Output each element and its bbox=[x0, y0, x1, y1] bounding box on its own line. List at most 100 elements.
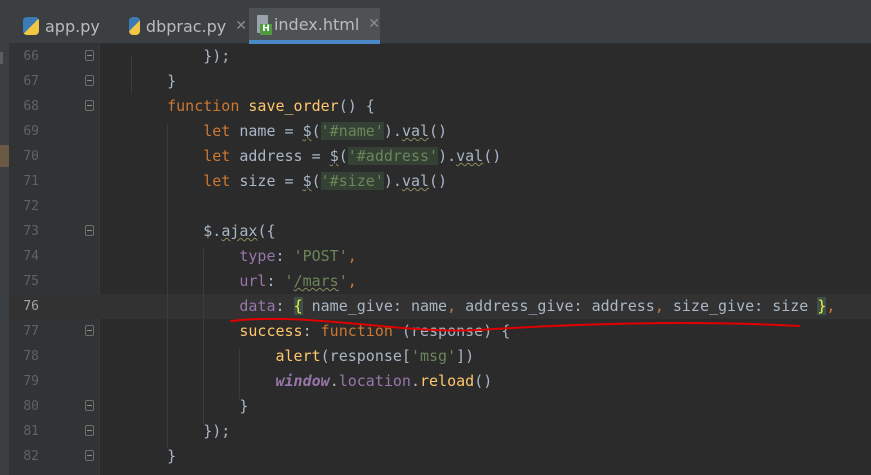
code-token: size_give: size bbox=[663, 297, 818, 315]
line-number: 66 bbox=[23, 49, 39, 64]
tool-window-marker[interactable] bbox=[0, 52, 3, 64]
line-number: 72 bbox=[23, 199, 39, 214]
code-line[interactable]: 75 url: '/mars', bbox=[9, 269, 871, 294]
code-line[interactable]: 68 function save_order() { bbox=[9, 94, 871, 119]
code-token: url bbox=[239, 272, 267, 290]
code-token: val bbox=[401, 172, 430, 190]
code-line[interactable]: 66 }); bbox=[9, 44, 871, 69]
code-token: : bbox=[302, 322, 321, 340]
code-token: 'POST' bbox=[293, 247, 348, 265]
python-file-icon bbox=[23, 17, 39, 35]
code-token: : bbox=[275, 297, 294, 315]
code-text: } bbox=[131, 69, 176, 94]
code-token: ( bbox=[338, 147, 348, 165]
code-line[interactable]: 69 let name = $('#name').val() bbox=[9, 119, 871, 144]
code-line[interactable]: 72 bbox=[9, 194, 871, 219]
code-line[interactable]: 71 let size = $('#size').val() bbox=[9, 169, 871, 194]
code-token: ' bbox=[338, 272, 348, 290]
code-token: function bbox=[320, 322, 393, 340]
code-token: , bbox=[347, 247, 357, 265]
code-token: . bbox=[410, 372, 420, 390]
code-text: }); bbox=[131, 44, 230, 69]
code-line[interactable]: 70 let address = $('#address').val() bbox=[9, 144, 871, 169]
fold-marker-icon[interactable] bbox=[85, 425, 94, 436]
code-line[interactable]: 79 window.location.reload() bbox=[9, 369, 871, 394]
code-token: function bbox=[167, 97, 240, 115]
code-token: size = bbox=[230, 172, 303, 190]
tab-dbprac-py[interactable]: dbprac.py ✕ bbox=[123, 8, 247, 44]
tab-label: index.html bbox=[273, 14, 360, 34]
code-token: ( bbox=[311, 122, 321, 140]
code-token: alert bbox=[275, 347, 321, 365]
code-token: val bbox=[456, 147, 484, 165]
code-line[interactable]: 73 $.ajax({ bbox=[9, 219, 871, 244]
code-token: $ bbox=[302, 172, 312, 190]
fold-marker-icon[interactable] bbox=[85, 75, 94, 86]
html-file-icon bbox=[257, 15, 272, 35]
fold-marker-icon[interactable] bbox=[85, 450, 94, 461]
code-token: save_order bbox=[248, 97, 339, 115]
code-token: reload bbox=[420, 372, 475, 390]
active-tool-window-marker[interactable] bbox=[0, 145, 9, 167]
close-icon[interactable]: ✕ bbox=[368, 16, 380, 32]
code-text: data: { name_give: name, address_give: a… bbox=[131, 294, 835, 319]
tab-label: dbprac.py bbox=[145, 16, 227, 36]
code-token: ({ bbox=[257, 222, 276, 240]
code-token: ). bbox=[438, 147, 457, 165]
code-token: () bbox=[429, 122, 448, 140]
code-token: () bbox=[429, 172, 448, 190]
code-line[interactable]: 74 type: 'POST', bbox=[9, 244, 871, 269]
code-text: $.ajax({ bbox=[131, 219, 276, 244]
code-text: let address = $('#address').val() bbox=[131, 144, 501, 169]
code-text: } bbox=[131, 394, 248, 419]
code-token: () { bbox=[338, 97, 375, 115]
code-token: } bbox=[167, 72, 177, 90]
code-token: /mars bbox=[293, 272, 339, 290]
fold-marker-icon[interactable] bbox=[85, 400, 94, 411]
code-token: , bbox=[447, 297, 457, 315]
tab-index-html[interactable]: index.html ✕ bbox=[249, 8, 380, 44]
code-line[interactable]: 80 } bbox=[9, 394, 871, 419]
code-token: : bbox=[275, 247, 294, 265]
code-token: , bbox=[347, 272, 357, 290]
code-line[interactable]: 76 data: { name_give: name, address_give… bbox=[9, 294, 871, 319]
line-number: 74 bbox=[23, 249, 39, 264]
fold-marker-icon[interactable] bbox=[85, 50, 94, 61]
code-token: . bbox=[212, 222, 222, 240]
code-token: name = bbox=[230, 122, 303, 140]
code-token: : bbox=[266, 272, 285, 290]
code-token: , bbox=[654, 297, 664, 315]
python-file-icon bbox=[129, 17, 140, 35]
code-line[interactable]: 67 } bbox=[9, 69, 871, 94]
fold-marker-icon[interactable] bbox=[85, 225, 94, 236]
code-token: $ bbox=[329, 147, 339, 165]
code-token: address = bbox=[230, 147, 330, 165]
code-line[interactable]: 82 } bbox=[9, 444, 871, 469]
fold-marker-icon[interactable] bbox=[85, 100, 94, 111]
code-line[interactable]: 77 success: function (response) { bbox=[9, 319, 871, 344]
code-token: let bbox=[203, 172, 231, 190]
line-number: 81 bbox=[23, 424, 39, 439]
fold-marker-icon[interactable] bbox=[85, 325, 94, 336]
tab-app-py[interactable]: app.py bbox=[17, 8, 115, 44]
line-number: 75 bbox=[23, 274, 39, 289]
code-editor[interactable]: 66 }); 67 } 68 function save_order() {69 l… bbox=[9, 44, 871, 475]
code-token: success bbox=[239, 322, 303, 340]
code-text: function save_order() { bbox=[131, 94, 375, 119]
code-token: }); bbox=[203, 47, 231, 65]
code-token: ). bbox=[383, 122, 402, 140]
code-line[interactable]: 81 }); bbox=[9, 419, 871, 444]
code-token: ( bbox=[311, 172, 321, 190]
close-icon[interactable]: ✕ bbox=[235, 18, 247, 34]
code-line[interactable]: 78 alert(response['msg']) bbox=[9, 344, 871, 369]
code-token: () bbox=[483, 147, 502, 165]
code-text: }); bbox=[131, 419, 230, 444]
